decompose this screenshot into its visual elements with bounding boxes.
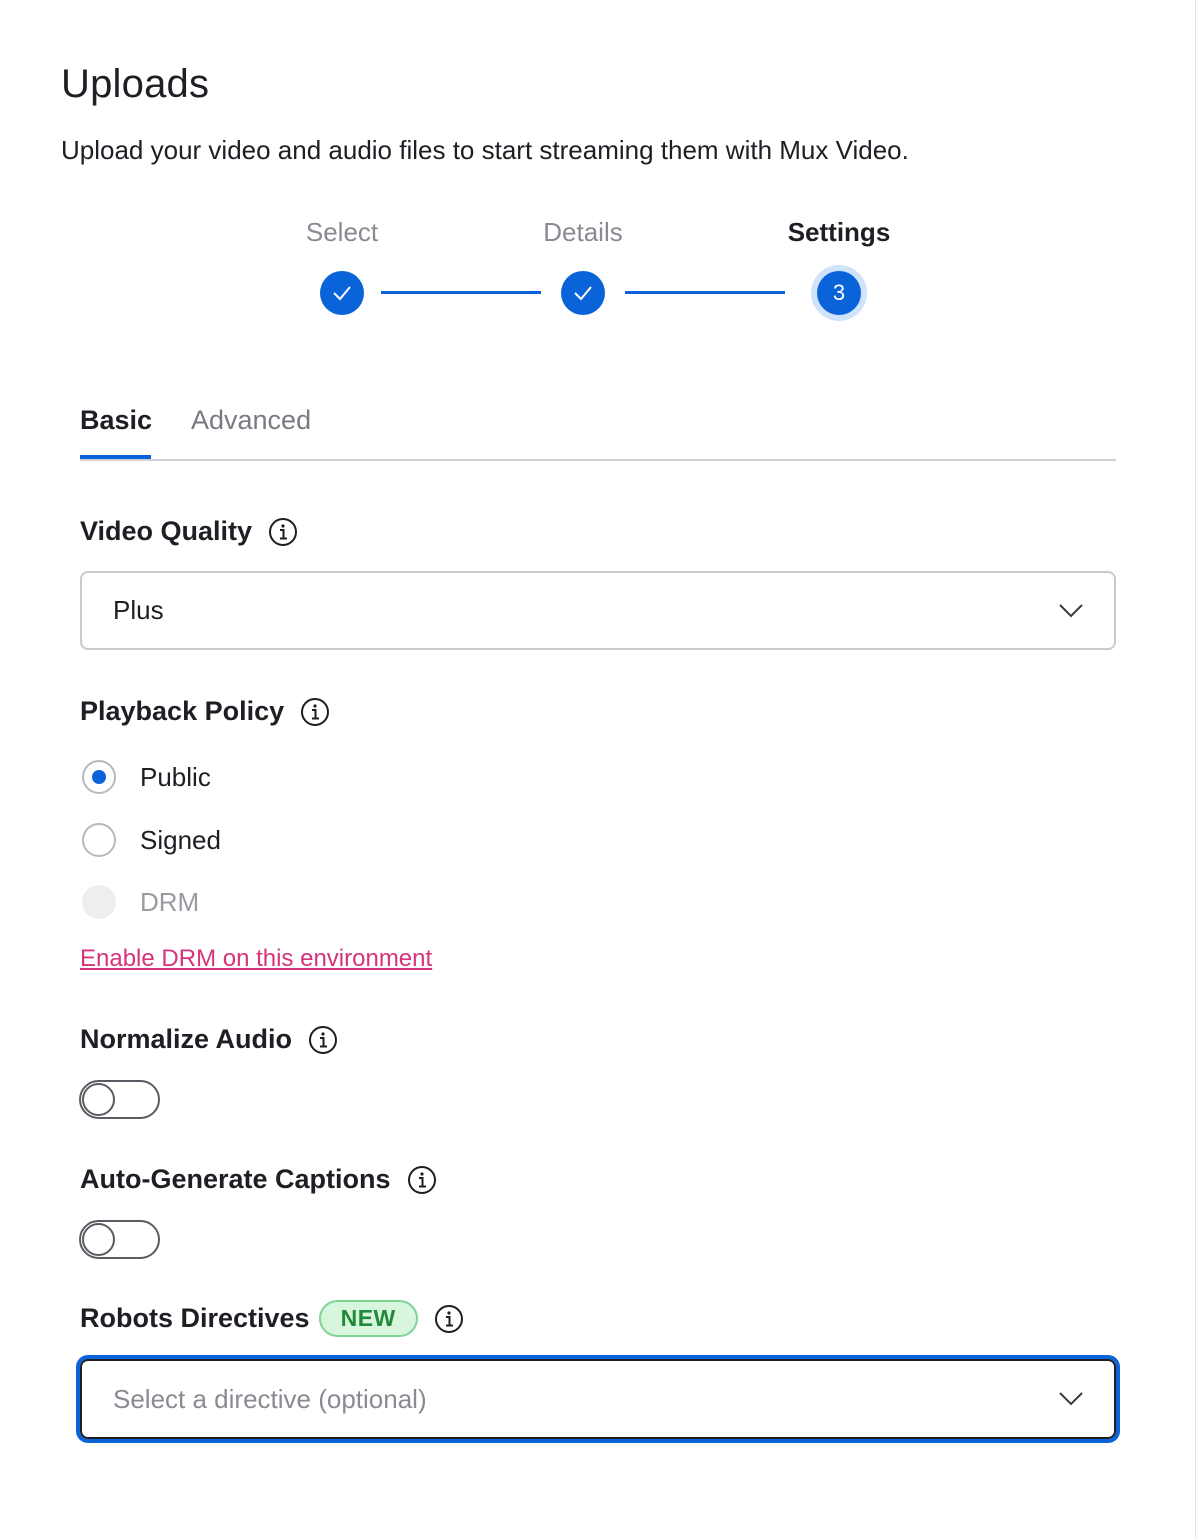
radio-drm: DRM [82,885,199,919]
tab-divider [80,459,1116,461]
playback-policy-label-text: Playback Policy [80,696,285,726]
toggle-knob [82,1083,115,1116]
info-icon[interactable] [300,697,330,727]
step-label-settings: Settings [787,217,891,247]
step-details-complete[interactable] [561,271,605,315]
tab-basic[interactable]: Basic [80,405,152,436]
normalize-audio-label: Normalize Audio [80,1024,338,1055]
info-icon[interactable] [308,1025,338,1055]
radio-public[interactable]: Public [82,760,211,794]
chevron-down-icon [1059,1392,1083,1406]
radio-drm-control [82,885,116,919]
check-icon [333,286,351,301]
active-tab-indicator [80,455,151,459]
uploads-panel: Uploads Upload your video and audio file… [0,0,1196,1539]
radio-signed[interactable]: Signed [82,823,221,857]
toggle-knob [82,1223,115,1256]
step-settings-current: 3 [817,271,861,315]
page-subtitle: Upload your video and audio files to sta… [61,135,909,165]
robots-directives-label: Robots Directives NEW [80,1300,464,1337]
radio-signed-control[interactable] [82,823,116,857]
step-number: 3 [832,280,846,305]
normalize-audio-label-text: Normalize Audio [80,1024,293,1054]
robots-directives-label-text: Robots Directives [80,1303,310,1333]
radio-public-label: Public [140,761,211,792]
video-quality-select[interactable]: Plus [80,571,1116,650]
info-icon[interactable] [434,1304,464,1334]
enable-drm-link[interactable]: Enable DRM on this environment [80,945,432,973]
video-quality-value: Plus [113,595,164,625]
new-badge: NEW [318,1300,418,1337]
video-quality-label-text: Video Quality [80,516,253,546]
chevron-down-icon [1059,603,1083,617]
auto-captions-toggle[interactable] [79,1220,160,1259]
radio-public-control[interactable] [82,760,116,794]
auto-captions-label-text: Auto-Generate Captions [80,1164,391,1194]
step-connector-2 [625,291,785,294]
auto-captions-label: Auto-Generate Captions [80,1164,437,1195]
playback-policy-label: Playback Policy [80,696,330,727]
step-label-select[interactable]: Select [306,217,378,248]
radio-drm-label: DRM [140,886,200,917]
radio-signed-label: Signed [140,824,221,855]
video-quality-label: Video Quality [80,516,298,547]
check-icon [574,286,592,301]
robots-directive-select[interactable]: Select a directive (optional) [80,1359,1116,1439]
normalize-audio-toggle[interactable] [79,1080,160,1119]
robots-directive-placeholder: Select a directive (optional) [113,1383,427,1414]
step-select-complete[interactable] [320,271,364,315]
step-connector-1 [381,291,541,294]
step-label-details[interactable]: Details [543,217,622,248]
tab-advanced[interactable]: Advanced [191,405,311,436]
info-icon[interactable] [268,517,298,547]
page-title: Uploads [61,62,210,106]
info-icon[interactable] [407,1165,437,1195]
